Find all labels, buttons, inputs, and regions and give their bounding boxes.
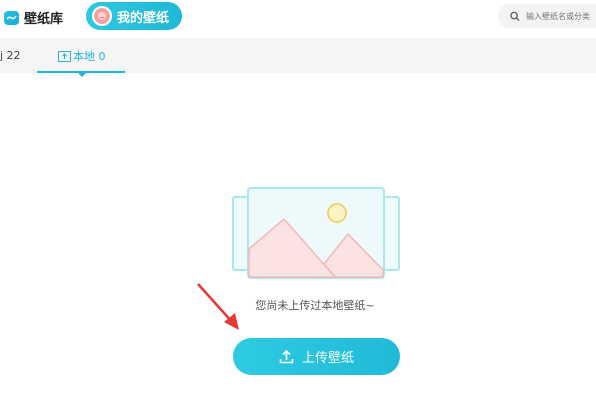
tab-local-label: 本地 0 (73, 50, 106, 63)
upload-wallpaper-button[interactable]: 上传壁纸 (233, 338, 400, 375)
my-wallpaper-tab[interactable]: 我的壁纸 (86, 2, 182, 30)
avatar (92, 6, 112, 26)
tab-online[interactable]: j 22 (0, 49, 21, 62)
search-icon (510, 11, 520, 21)
upload-icon (279, 349, 294, 364)
empty-gallery-illustration (232, 187, 400, 279)
wallpaper-logo-icon (4, 10, 19, 25)
upload-button-label: 上传壁纸 (301, 351, 354, 366)
upload-folder-icon (58, 50, 71, 62)
empty-message: 您尚未上传过本地壁纸~ (255, 299, 375, 312)
top-bar: 壁纸库 我的壁纸 (0, 0, 596, 36)
my-wallpaper-label: 我的壁纸 (117, 10, 170, 26)
app-title: 壁纸库 (24, 12, 64, 27)
search-box[interactable] (498, 4, 596, 28)
search-input[interactable] (524, 10, 596, 22)
tab-local[interactable]: 本地 0 (58, 48, 106, 64)
app-logo[interactable]: 壁纸库 (4, 8, 63, 27)
active-tab-caret (77, 72, 87, 77)
tab-bar: j 22 本地 0 (0, 38, 596, 77)
